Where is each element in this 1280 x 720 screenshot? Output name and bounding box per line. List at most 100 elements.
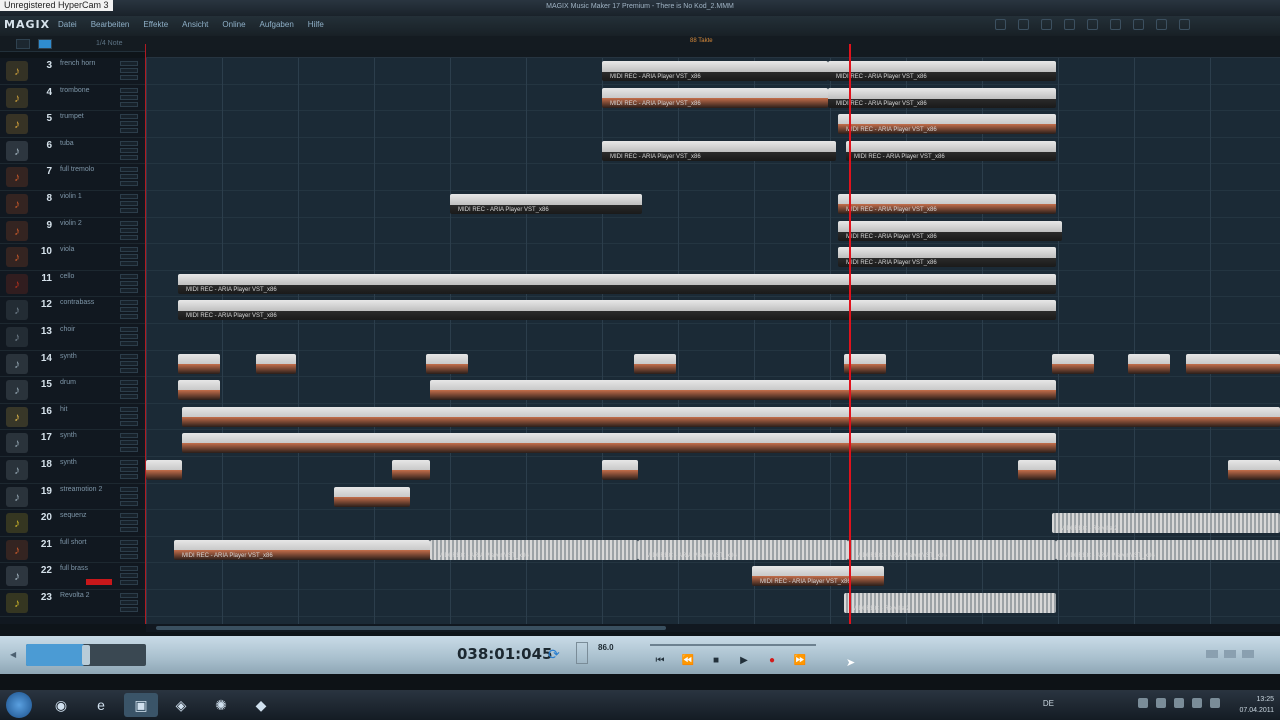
- collapse-arrow-icon[interactable]: ◀: [10, 650, 16, 659]
- blender-icon[interactable]: ✺: [204, 693, 238, 717]
- track-header[interactable]: ♪ 8 violin 1: [0, 191, 146, 218]
- track-header[interactable]: ♪ 11 cello: [0, 271, 146, 298]
- sound-fx-icon[interactable]: ♪: [6, 513, 28, 534]
- midi-clip[interactable]: [178, 380, 220, 401]
- menu-help[interactable]: Hilfe: [308, 20, 324, 29]
- cymbal-icon[interactable]: ♪: [6, 406, 28, 427]
- midi-clip[interactable]: MIDI REC - ARIA Player VST_x86: [838, 194, 1056, 214]
- midi-clip[interactable]: [634, 353, 676, 374]
- midi-clip[interactable]: MIDI REC - ARIA Player VST_x86: [450, 194, 642, 214]
- rec-arm-button[interactable]: [120, 420, 138, 426]
- midi-clip[interactable]: MIDI REC - ARIA Player VST_x86: [602, 61, 828, 81]
- forward-button[interactable]: ⏩: [792, 654, 808, 668]
- track-header[interactable]: ♪ 13 choir: [0, 324, 146, 351]
- midi-clip[interactable]: MIDI REC - ARIA Player VST_x86: [828, 87, 1056, 108]
- track-name[interactable]: synth: [60, 432, 77, 439]
- solo-button[interactable]: [120, 360, 138, 366]
- midi-clip[interactable]: MIDI REC - ARIA Player VST_x86: [638, 539, 848, 560]
- midi-clip[interactable]: MIDI REC - ARIA Player VST_x86: [430, 539, 638, 560]
- violin-icon[interactable]: ♪: [6, 220, 28, 241]
- track-header[interactable]: ♪ 4 trombone: [0, 85, 146, 112]
- midi-clip[interactable]: MIDI REC - ARIA Player VST_x86: [838, 114, 1056, 135]
- arrange-area[interactable]: MIDI REC - ARIA Player VST_x86 MIDI REC -…: [146, 58, 1280, 624]
- language-indicator[interactable]: DE: [1043, 699, 1054, 708]
- track-header[interactable]: ♪ 20 sequenz: [0, 510, 146, 537]
- hypercam-icon[interactable]: ◆: [244, 693, 278, 717]
- clock[interactable]: 13:25 07.04.2011: [1239, 694, 1274, 716]
- violin-icon[interactable]: ♪: [6, 539, 28, 560]
- track-lane[interactable]: [146, 590, 1280, 617]
- stop-button[interactable]: ■: [708, 654, 724, 668]
- magic-wand-icon[interactable]: [1156, 19, 1167, 30]
- solo-button[interactable]: [120, 94, 138, 100]
- track-header[interactable]: ♪ 14 synth: [0, 351, 146, 378]
- scroll-thumb[interactable]: [156, 626, 666, 630]
- track-name[interactable]: cello: [60, 273, 74, 280]
- save-icon[interactable]: [995, 19, 1006, 30]
- midi-clip[interactable]: [182, 406, 1280, 427]
- track-lane[interactable]: [146, 351, 1280, 378]
- mute-button[interactable]: [120, 194, 138, 199]
- start-button[interactable]: [6, 692, 32, 718]
- rec-arm-button[interactable]: [120, 234, 138, 240]
- rack-icon[interactable]: ♪: [6, 486, 28, 507]
- track-name[interactable]: trombone: [60, 87, 90, 94]
- midi-clip[interactable]: [392, 460, 430, 480]
- mouse-mode-icon[interactable]: [1179, 19, 1190, 30]
- mute-button[interactable]: [120, 114, 138, 120]
- menu-view[interactable]: Ansicht: [182, 20, 208, 29]
- midi-clip[interactable]: [1228, 460, 1280, 480]
- midi-clip[interactable]: MIDI REC - ARIA Player VST_x86: [828, 61, 1056, 81]
- rec-arm-button[interactable]: [120, 607, 138, 612]
- solo-button[interactable]: [120, 493, 138, 499]
- midi-clip[interactable]: MIDI REC - ARIA Player VST_x86: [848, 539, 1056, 560]
- menu-online[interactable]: Online: [222, 20, 245, 29]
- rec-arm-button[interactable]: [120, 314, 138, 320]
- menu-tasks[interactable]: Aufgaben: [260, 20, 294, 29]
- slider-knob[interactable]: [82, 645, 90, 665]
- midi-clip[interactable]: MIDI REC - ARIA Player VST_x86: [174, 539, 430, 560]
- rec-arm-button[interactable]: [120, 154, 138, 160]
- track-name[interactable]: drum: [60, 379, 76, 386]
- midi-clip[interactable]: [602, 460, 638, 480]
- synth-icon[interactable]: ♪: [6, 353, 28, 374]
- track-header[interactable]: ♪ 10 viola: [0, 244, 146, 271]
- midi-clip[interactable]: MIDI REC - Revolta 2: [844, 593, 1056, 613]
- rec-arm-button[interactable]: [120, 208, 138, 213]
- view-button-1[interactable]: [1206, 650, 1218, 658]
- cut-icon[interactable]: [1087, 19, 1098, 30]
- horn-icon[interactable]: ♪: [6, 61, 28, 81]
- track-header[interactable]: ♪ 16 hit: [0, 404, 146, 431]
- track-name[interactable]: full tremolo: [60, 166, 94, 173]
- menu-file[interactable]: Datei: [58, 20, 77, 29]
- solo-button[interactable]: [120, 174, 138, 180]
- mute-button[interactable]: [120, 486, 138, 492]
- track-lane[interactable]: [146, 244, 1280, 271]
- midi-clip[interactable]: MIDI REC - ARIA Player VST_x86: [752, 566, 884, 587]
- menu-effects[interactable]: Effekte: [143, 20, 168, 29]
- midi-clip[interactable]: [334, 486, 410, 507]
- midi-clip[interactable]: [1128, 353, 1170, 374]
- track-name[interactable]: sequenz: [60, 512, 86, 519]
- track-name[interactable]: hit: [60, 406, 67, 413]
- track-header[interactable]: ♪ 6 tuba: [0, 138, 146, 165]
- mute-button[interactable]: [120, 327, 138, 332]
- midi-clip[interactable]: [430, 380, 1056, 401]
- solo-button[interactable]: [120, 121, 138, 127]
- track-lane[interactable]: [146, 191, 1280, 218]
- tray-icon[interactable]: [1156, 698, 1166, 708]
- loop-icon[interactable]: ⟳: [548, 646, 560, 663]
- track-header[interactable]: ♪ 21 full short: [0, 537, 146, 564]
- mute-button[interactable]: [120, 433, 138, 439]
- cello-icon[interactable]: ♪: [6, 273, 28, 294]
- track-header[interactable]: ♪ 23 Revolta 2: [0, 590, 146, 617]
- track-header[interactable]: ♪ 19 streamotion 2: [0, 484, 146, 511]
- grid-button[interactable]: [38, 39, 52, 49]
- midi-clip[interactable]: MIDI REC - ARIA Player VST_x86: [178, 300, 1056, 321]
- midi-clip[interactable]: MIDI REC - Revolta 2: [1052, 513, 1280, 534]
- track-name[interactable]: violin 1: [60, 193, 82, 200]
- mute-button[interactable]: [120, 140, 138, 146]
- drum-icon[interactable]: ♪: [6, 380, 28, 401]
- contrabass-icon[interactable]: ♪: [6, 300, 28, 321]
- play-button[interactable]: ▶: [736, 654, 752, 668]
